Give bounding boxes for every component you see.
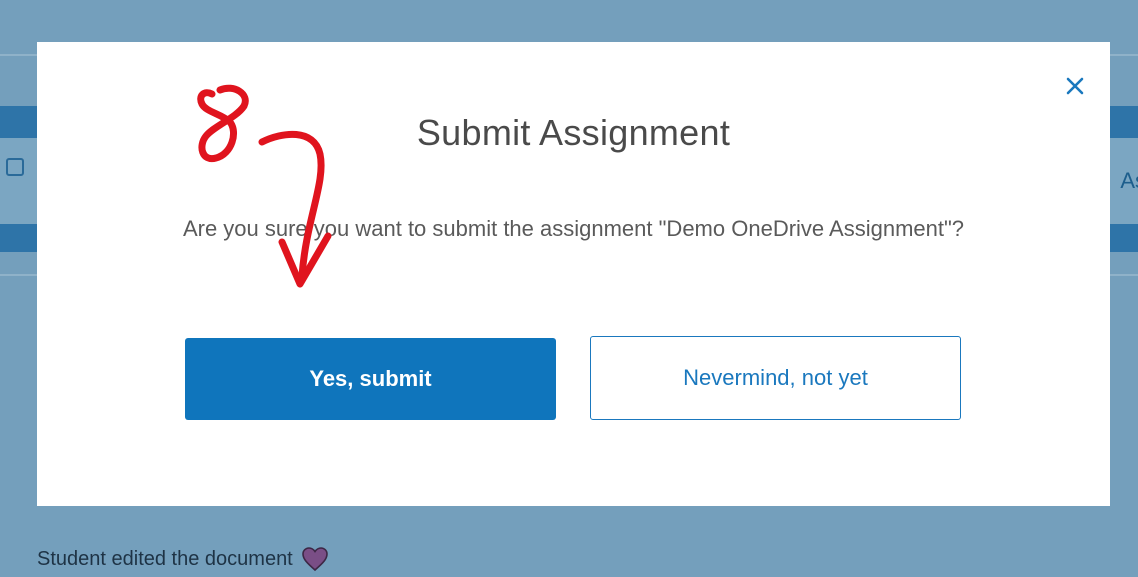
yes-submit-button[interactable]: Yes, submit — [185, 338, 556, 420]
background-tab-label: As — [1120, 168, 1138, 193]
heart-icon — [301, 547, 328, 572]
submit-assignment-dialog: Submit Assignment Are you sure you want … — [37, 42, 1110, 506]
dialog-message: Are you sure you want to submit the assi… — [182, 216, 965, 241]
background-checkbox-icon — [6, 158, 24, 176]
dialog-title: Submit Assignment — [416, 112, 731, 153]
activity-text: Student edited the document — [37, 547, 293, 570]
close-icon[interactable] — [1064, 75, 1086, 97]
nevermind-button[interactable]: Nevermind, not yet — [590, 336, 961, 420]
activity-entry: Student edited the document — [37, 546, 329, 572]
